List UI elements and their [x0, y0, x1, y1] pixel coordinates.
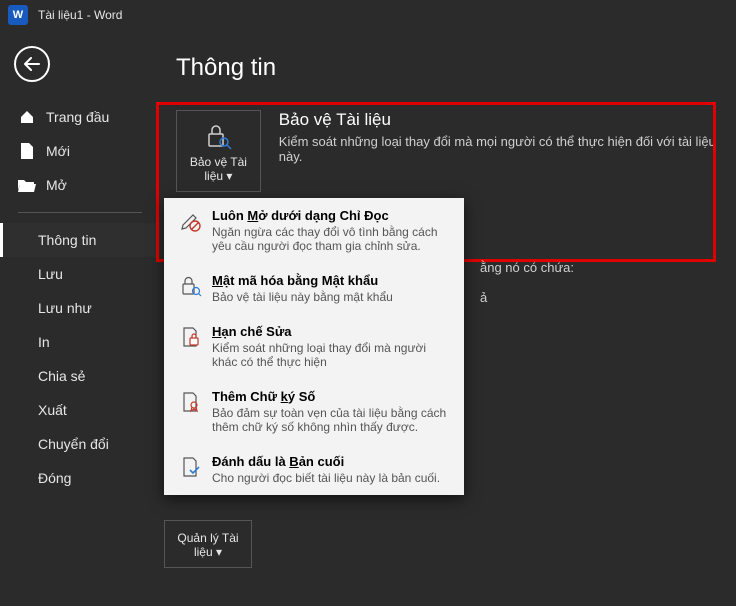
- word-app-icon: W: [8, 5, 28, 25]
- document-title: Tài liệu1 - Word: [38, 8, 122, 22]
- menu-item-title: Đánh dấu là Bản cuối: [212, 454, 440, 469]
- sidebar-item-new[interactable]: Mới: [0, 134, 160, 168]
- menu-item-digital-signature[interactable]: Thêm Chữ ký Số Bảo đảm sự toàn vẹn của t…: [164, 379, 464, 444]
- protect-document-menu: Luôn Mở dưới dạng Chỉ Đọc Ngăn ngừa các …: [164, 198, 464, 495]
- sidebar-label: Mới: [46, 143, 70, 159]
- inspect-fragment: ằng nó có chứa: ả: [480, 260, 574, 305]
- sidebar-item-save-as[interactable]: Lưu như: [0, 291, 160, 325]
- protect-document-section: Bảo vệ Tài liệu ▾ Bảo vệ Tài liệu Kiểm s…: [176, 110, 724, 192]
- doc-check-icon: [178, 454, 204, 478]
- arrow-left-icon: [24, 57, 40, 71]
- protect-title: Bảo vệ Tài liệu: [279, 110, 724, 130]
- backstage-sidebar: Trang đầu Mới Mở Thông tin Lưu Lưu như I…: [0, 30, 160, 606]
- menu-item-desc: Bảo vệ tài liệu này bằng mật khẩu: [212, 290, 393, 304]
- doc-ribbon-icon: [178, 389, 204, 413]
- sidebar-label: Mở: [46, 177, 67, 193]
- lock-search-icon: [181, 121, 256, 151]
- menu-item-desc: Kiểm soát những loại thay đổi mà người k…: [212, 341, 450, 369]
- page-heading: Thông tin: [176, 54, 724, 82]
- protect-button-label: Bảo vệ Tài liệu: [190, 155, 247, 183]
- menu-item-read-only[interactable]: Luôn Mở dưới dạng Chỉ Đọc Ngăn ngừa các …: [164, 198, 464, 263]
- menu-item-restrict-editing[interactable]: Hạn chế Sửa Kiểm soát những loại thay đổ…: [164, 314, 464, 379]
- menu-item-encrypt-password[interactable]: Mật mã hóa bằng Mật khẩu Bảo vệ tài liệu…: [164, 263, 464, 314]
- lock-key-icon: [178, 273, 204, 297]
- home-icon: [18, 109, 36, 125]
- menu-item-title: Mật mã hóa bằng Mật khẩu: [212, 273, 393, 288]
- sidebar-item-print[interactable]: In: [0, 325, 160, 359]
- sidebar-separator: [18, 212, 142, 213]
- sidebar-item-open[interactable]: Mở: [0, 168, 160, 202]
- new-doc-icon: [18, 143, 36, 159]
- doc-lock-icon: [178, 324, 204, 348]
- sidebar-item-share[interactable]: Chia sẻ: [0, 359, 160, 393]
- sidebar-item-home[interactable]: Trang đầu: [0, 100, 160, 134]
- menu-item-title: Luôn Mở dưới dạng Chỉ Đọc: [212, 208, 450, 223]
- sidebar-item-close[interactable]: Đóng: [0, 461, 160, 495]
- manage-document-button[interactable]: Quản lý Tài liệu ▾: [164, 520, 252, 568]
- pencil-forbidden-icon: [178, 208, 204, 232]
- menu-item-desc: Cho người đọc biết tài liệu này là bản c…: [212, 471, 440, 485]
- folder-open-icon: [18, 178, 36, 192]
- backstage-main: Thông tin Bảo vệ Tài liệu ▾ Bảo vệ Tài l…: [160, 30, 736, 606]
- sidebar-item-transform[interactable]: Chuyển đổi: [0, 427, 160, 461]
- menu-item-mark-final[interactable]: Đánh dấu là Bản cuối Cho người đọc biết …: [164, 444, 464, 495]
- sidebar-item-info[interactable]: Thông tin: [0, 223, 160, 257]
- chevron-down-icon: ▾: [226, 169, 232, 183]
- menu-item-title: Thêm Chữ ký Số: [212, 389, 450, 404]
- sidebar-item-save[interactable]: Lưu: [0, 257, 160, 291]
- menu-item-title: Hạn chế Sửa: [212, 324, 450, 339]
- menu-item-desc: Ngăn ngừa các thay đổi vô tình bằng cách…: [212, 225, 450, 253]
- sidebar-label: Trang đầu: [46, 109, 109, 125]
- back-button[interactable]: [14, 46, 50, 82]
- sidebar-item-export[interactable]: Xuất: [0, 393, 160, 427]
- protect-description: Kiểm soát những loại thay đổi mà mọi ngư…: [279, 134, 724, 164]
- chevron-down-icon: ▾: [216, 545, 222, 559]
- manage-button-label: Quản lý Tài liệu: [177, 531, 238, 559]
- menu-item-desc: Bảo đảm sự toàn vẹn của tài liệu bằng cá…: [212, 406, 450, 434]
- protect-document-button[interactable]: Bảo vệ Tài liệu ▾: [176, 110, 261, 192]
- titlebar: W Tài liệu1 - Word: [0, 0, 736, 30]
